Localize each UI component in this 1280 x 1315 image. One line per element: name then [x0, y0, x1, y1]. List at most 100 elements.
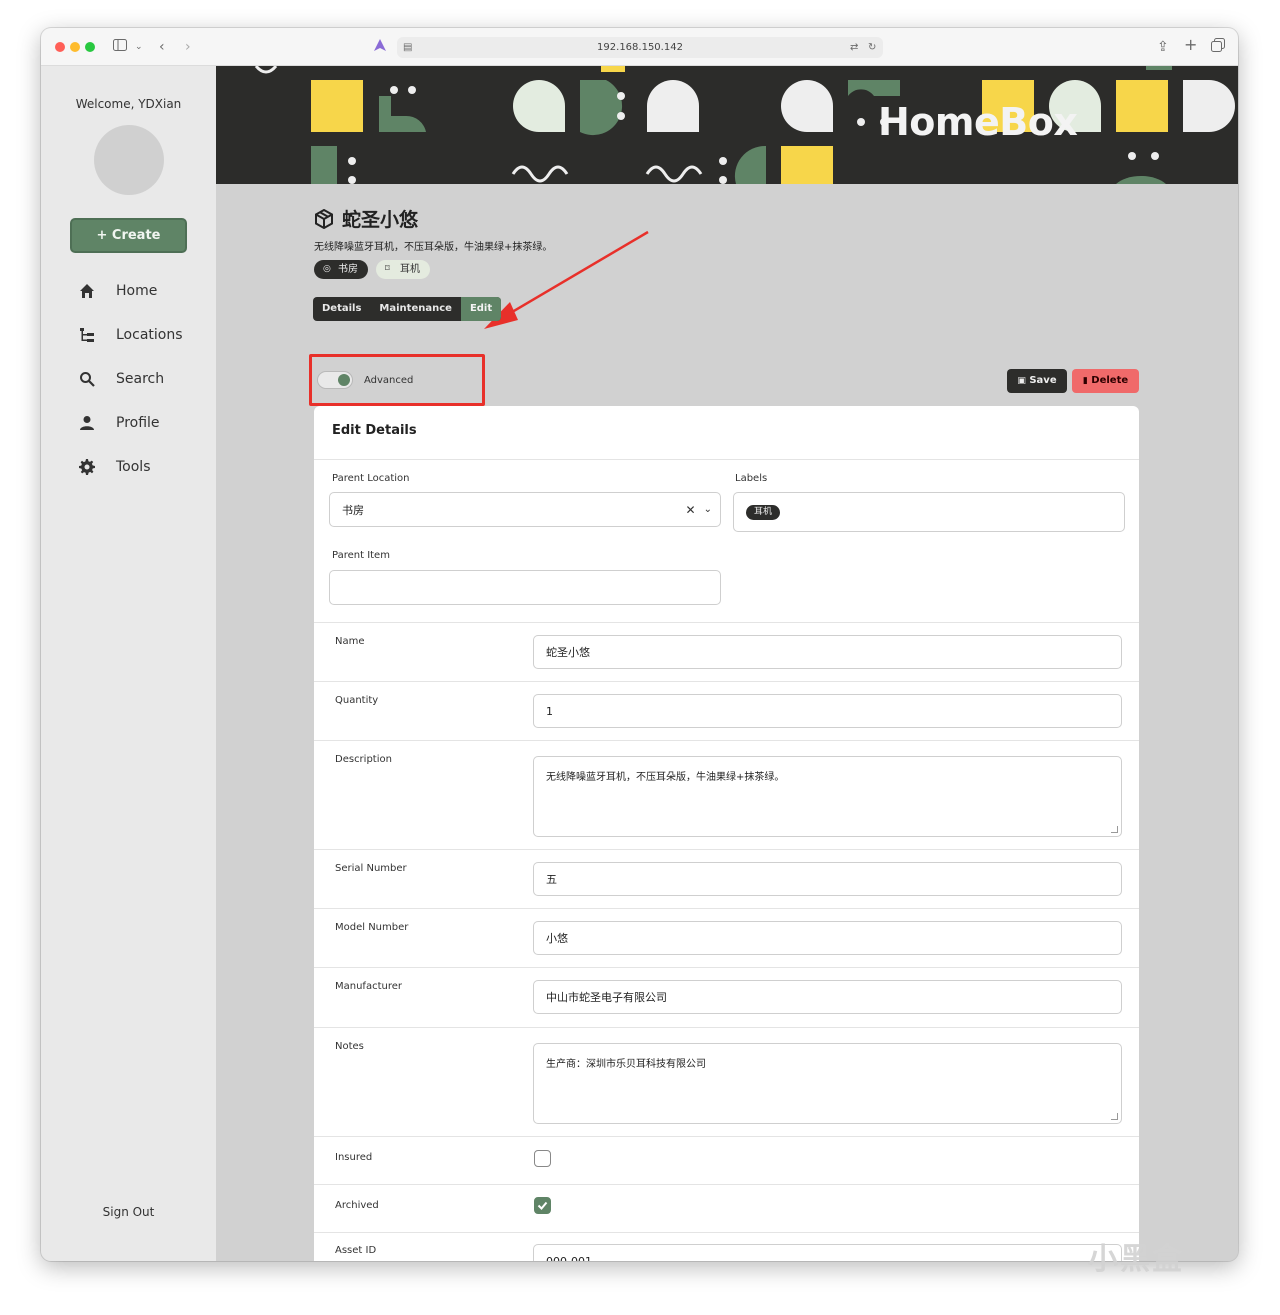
sidebar-item-label: Profile [116, 415, 160, 431]
tag-icon: ⌑ [385, 264, 390, 274]
name-input[interactable]: 蛇圣小悠 [533, 635, 1122, 669]
label-chip-label: 耳机 [400, 264, 420, 275]
sidebar-toggle-icon[interactable] [113, 38, 127, 56]
item-tabs: Details Maintenance Edit [313, 297, 502, 321]
sign-out-link[interactable]: Sign Out [41, 1205, 216, 1219]
divider [314, 622, 1139, 623]
divider [314, 1232, 1139, 1233]
item-title-text: 蛇圣小悠 [342, 209, 419, 231]
avatar[interactable] [94, 125, 164, 195]
sidebar-item-locations[interactable]: Locations [79, 323, 209, 347]
location-chip-label: 书房 [338, 264, 358, 275]
banner-pattern [216, 66, 1238, 184]
divider [314, 849, 1139, 850]
save-button[interactable]: ▣ Save [1007, 369, 1067, 393]
share-icon[interactable]: ⇪ [1157, 38, 1169, 56]
asset-id-value: 000-001 [546, 1254, 592, 1262]
selected-label-chip[interactable]: 耳机 [746, 504, 781, 520]
divider [314, 740, 1139, 741]
save-label: Save [1029, 375, 1057, 386]
model-number-value: 小悠 [546, 932, 568, 945]
browser-titlebar: ⌄ ‹ › ▤ 192.168.150.142 ⇄ ↻ ⇪ + [41, 28, 1238, 66]
minimize-window-button[interactable] [70, 42, 80, 52]
notes-value: 生产商：深圳市乐贝耳科技有限公司 [546, 1059, 706, 1070]
trash-icon: ▮ [1082, 376, 1088, 386]
sidebar-item-search[interactable]: Search [79, 367, 209, 391]
clear-icon[interactable]: ✕ [686, 503, 696, 517]
name-value: 蛇圣小悠 [546, 646, 590, 659]
parent-item-label: Parent Item [332, 550, 390, 561]
divider [314, 459, 1139, 460]
parent-item-input[interactable] [329, 570, 721, 605]
tab-maintenance[interactable]: Maintenance [370, 297, 461, 321]
tab-details[interactable]: Details [313, 297, 370, 321]
labels-select[interactable]: 耳机 [733, 492, 1125, 532]
quantity-value: 1 [546, 704, 553, 718]
serial-number-label: Serial Number [335, 863, 407, 874]
name-label: Name [335, 636, 365, 647]
homebox-banner: HomeBox [216, 66, 1238, 184]
delete-button[interactable]: ▮ Delete [1072, 369, 1139, 393]
serial-number-input[interactable]: 五 [533, 862, 1122, 896]
notes-label: Notes [335, 1041, 364, 1052]
quantity-input[interactable]: 1 [533, 694, 1122, 728]
translate-icon[interactable]: ⇄ [850, 39, 858, 57]
divider [314, 908, 1139, 909]
archived-checkbox[interactable] [534, 1197, 551, 1214]
description-value: 无线降噪蓝牙耳机，不压耳朵版，牛油果绿+抹茶绿。 [546, 772, 785, 783]
zoom-window-button[interactable] [85, 42, 95, 52]
sidebar-item-profile[interactable]: Profile [79, 411, 209, 435]
annotation-arrow [484, 230, 649, 329]
welcome-text: Welcome, YDXian [75, 97, 182, 111]
close-window-button[interactable] [55, 42, 65, 52]
model-number-input[interactable]: 小悠 [533, 921, 1122, 955]
watermark: 小黑盒 [1088, 1242, 1184, 1277]
divider [314, 967, 1139, 968]
person-icon [80, 416, 94, 430]
checkmark-icon [537, 1201, 548, 1210]
divider [314, 681, 1139, 682]
insured-checkbox[interactable] [534, 1150, 551, 1167]
tab-edit[interactable]: Edit [460, 297, 502, 321]
sidebar-item-label: Locations [116, 327, 183, 343]
archived-label: Archived [335, 1200, 379, 1211]
sidebar-item-label: Tools [116, 459, 151, 475]
extension-icon[interactable] [374, 39, 386, 58]
chevron-down-icon[interactable]: ⌄ [704, 504, 712, 515]
manufacturer-value: 中山市蛇圣电子有限公司 [546, 991, 667, 1004]
manufacturer-label: Manufacturer [335, 981, 402, 992]
sidebar: Welcome, YDXian + Create Home Locations … [41, 66, 216, 1261]
package-icon [315, 208, 333, 229]
location-chip[interactable]: ◎ 书房 [314, 260, 368, 279]
sidebar-item-home[interactable]: Home [79, 279, 209, 303]
browser-window: ⌄ ‹ › ▤ 192.168.150.142 ⇄ ↻ ⇪ + Welcome,… [41, 28, 1238, 1261]
manufacturer-input[interactable]: 中山市蛇圣电子有限公司 [533, 980, 1122, 1014]
asset-id-label: Asset ID [335, 1245, 377, 1256]
address-bar[interactable]: ▤ 192.168.150.142 ⇄ ↻ [397, 37, 883, 58]
reload-icon[interactable]: ↻ [868, 39, 876, 57]
label-chip[interactable]: ⌑ 耳机 [376, 260, 430, 279]
forward-arrow-icon[interactable]: › [185, 38, 191, 56]
tab-overview-icon[interactable] [1211, 38, 1225, 57]
create-button[interactable]: + Create [70, 218, 187, 253]
new-tab-icon[interactable]: + [1184, 36, 1197, 54]
asset-id-input[interactable]: 000-001 [533, 1244, 1122, 1261]
description-textarea[interactable]: 无线降噪蓝牙耳机，不压耳朵版，牛油果绿+抹茶绿。 [533, 756, 1122, 837]
delete-label: Delete [1091, 375, 1129, 386]
main-content: 蛇圣小悠 无线降噪蓝牙耳机，不压耳朵版，牛油果绿+抹茶绿。 ◎ 书房 ⌑ 耳机 … [216, 184, 1238, 1261]
back-arrow-icon[interactable]: ‹ [159, 38, 165, 56]
annotation-highlight-box [309, 354, 485, 406]
url-text: 192.168.150.142 [597, 42, 683, 53]
notes-textarea[interactable]: 生产商：深圳市乐贝耳科技有限公司 [533, 1043, 1122, 1124]
gear-icon [79, 459, 95, 475]
divider [314, 1184, 1139, 1185]
parent-location-label: Parent Location [332, 473, 410, 484]
parent-location-value: 书房 [342, 503, 364, 517]
sidebar-item-tools[interactable]: Tools [79, 455, 209, 479]
parent-location-select[interactable]: 书房 ✕ ⌄ [329, 492, 721, 527]
chevron-down-icon[interactable]: ⌄ [135, 38, 143, 56]
insured-label: Insured [335, 1152, 373, 1163]
floppy-icon: ▣ [1017, 376, 1026, 386]
location-pin-icon: ◎ [323, 264, 331, 274]
divider [314, 1136, 1139, 1137]
